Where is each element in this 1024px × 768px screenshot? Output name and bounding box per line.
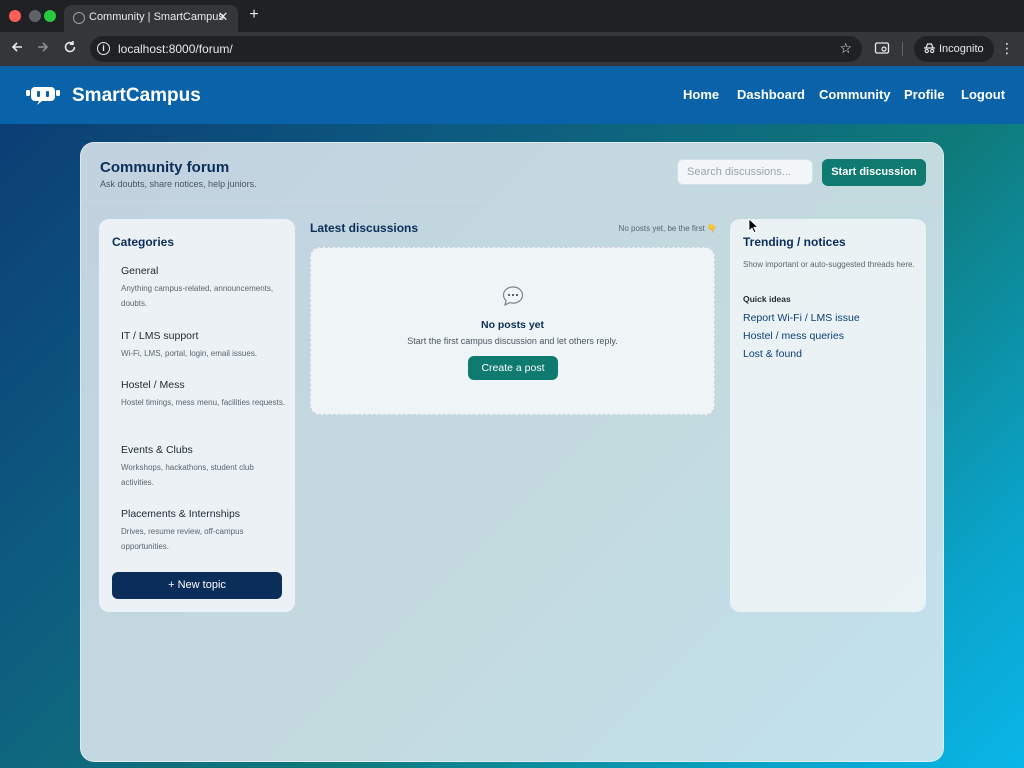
new-topic-button[interactable]: + New topic (112, 572, 282, 599)
reload-icon[interactable] (61, 40, 79, 58)
category-item-hostel-mess[interactable]: Hostel / Mess Hostel timings, mess menu,… (121, 379, 287, 410)
trending-subtitle: Show important or auto-suggested threads… (743, 260, 915, 269)
category-name: IT / LMS support (121, 330, 199, 342)
categories-title: Categories (112, 235, 175, 249)
nav-link-profile[interactable]: Profile (904, 87, 944, 102)
address-bar[interactable]: i localhost:8000/forum/ ☆ (90, 36, 862, 62)
tab-title: Community | SmartCampus (89, 11, 224, 23)
browser-titlebar: Community | SmartCampus ✕ + (0, 0, 1024, 32)
new-tab-button[interactable]: + (246, 6, 262, 24)
categories-panel: Categories General Anything campus-relat… (99, 219, 295, 612)
browser-tab[interactable]: Community | SmartCampus ✕ (64, 5, 238, 32)
category-item-placements[interactable]: Placements & Internships Drives, resume … (121, 508, 287, 554)
bookmark-star-icon[interactable]: ☆ (839, 40, 852, 57)
page: SmartCampus Home Dashboard Community Pro… (0, 66, 1024, 768)
url-text[interactable]: localhost:8000/forum/ (118, 42, 233, 56)
search-input[interactable] (677, 159, 813, 185)
forum-card: Community forum Ask doubts, share notice… (80, 142, 944, 762)
page-title: Community forum (100, 159, 230, 176)
create-post-button[interactable]: Create a post (468, 356, 558, 380)
start-discussion-button[interactable]: Start discussion (822, 159, 926, 186)
quick-ideas-label: Quick ideas (743, 294, 791, 304)
nav-link-dashboard[interactable]: Dashboard (737, 87, 805, 102)
toolbar-divider (902, 42, 903, 56)
latest-discussions-title: Latest discussions (310, 221, 419, 235)
extensions-icon[interactable] (874, 40, 890, 56)
globe-icon (73, 12, 85, 24)
quick-link-lost-found[interactable]: Lost & found (743, 348, 802, 360)
back-arrow-icon[interactable] (8, 40, 26, 58)
category-desc: Workshops, hackathons, student club acti… (121, 463, 254, 487)
close-window-button[interactable] (9, 10, 21, 22)
nav-link-community[interactable]: Community (819, 87, 891, 102)
empty-state: No posts yet Start the first campus disc… (310, 247, 715, 415)
category-name: General (121, 265, 159, 277)
empty-state-subtitle: Start the first campus discussion and le… (407, 336, 618, 346)
kebab-menu-icon[interactable]: ⋮ (1000, 40, 1014, 57)
browser-toolbar: i localhost:8000/forum/ ☆ Incognito ⋮ (0, 32, 1024, 66)
quick-link-wifi-lms[interactable]: Report Wi-Fi / LMS issue (743, 312, 860, 324)
speech-bubble-icon (502, 286, 524, 306)
category-desc: Drives, resume review, off-campus opport… (121, 527, 244, 551)
category-item-it-lms[interactable]: IT / LMS support Wi-Fi, LMS, portal, log… (121, 330, 287, 361)
logo-icon (26, 87, 60, 105)
category-item-general[interactable]: General Anything campus-related, announc… (121, 265, 287, 311)
incognito-label: Incognito (939, 43, 984, 55)
site-info-icon[interactable]: i (97, 42, 110, 55)
category-item-events-clubs[interactable]: Events & Clubs Workshops, hackathons, st… (121, 444, 287, 490)
category-name: Hostel / Mess (121, 379, 185, 391)
minimize-window-button[interactable] (29, 10, 41, 22)
maximize-window-button[interactable] (44, 10, 56, 22)
brand-name[interactable]: SmartCampus (72, 85, 201, 107)
nav-link-home[interactable]: Home (683, 87, 719, 102)
forward-arrow-icon[interactable] (34, 40, 52, 58)
incognito-icon (923, 42, 936, 57)
latest-discussions-note: No posts yet, be the first 👇 (618, 224, 717, 233)
empty-state-title: No posts yet (480, 319, 544, 331)
page-subtitle: Ask doubts, share notices, help juniors. (100, 179, 257, 189)
incognito-badge[interactable]: Incognito (914, 36, 994, 62)
category-name: Events & Clubs (121, 444, 193, 456)
trending-title: Trending / notices (743, 235, 846, 249)
mouse-cursor-icon (748, 218, 760, 234)
category-desc: Hostel timings, mess menu, facilities re… (121, 398, 286, 407)
trending-panel: Trending / notices Show important or aut… (730, 219, 926, 612)
header-divider (81, 201, 943, 202)
quick-link-hostel-mess[interactable]: Hostel / mess queries (743, 330, 844, 342)
category-desc: Wi-Fi, LMS, portal, login, email issues. (121, 349, 258, 358)
category-name: Placements & Internships (121, 508, 241, 520)
nav-link-logout[interactable]: Logout (961, 87, 1005, 102)
tab-close-icon[interactable]: ✕ (215, 9, 231, 25)
category-desc: Anything campus-related, announcements, … (121, 284, 274, 308)
site-navbar: SmartCampus Home Dashboard Community Pro… (0, 66, 1024, 124)
